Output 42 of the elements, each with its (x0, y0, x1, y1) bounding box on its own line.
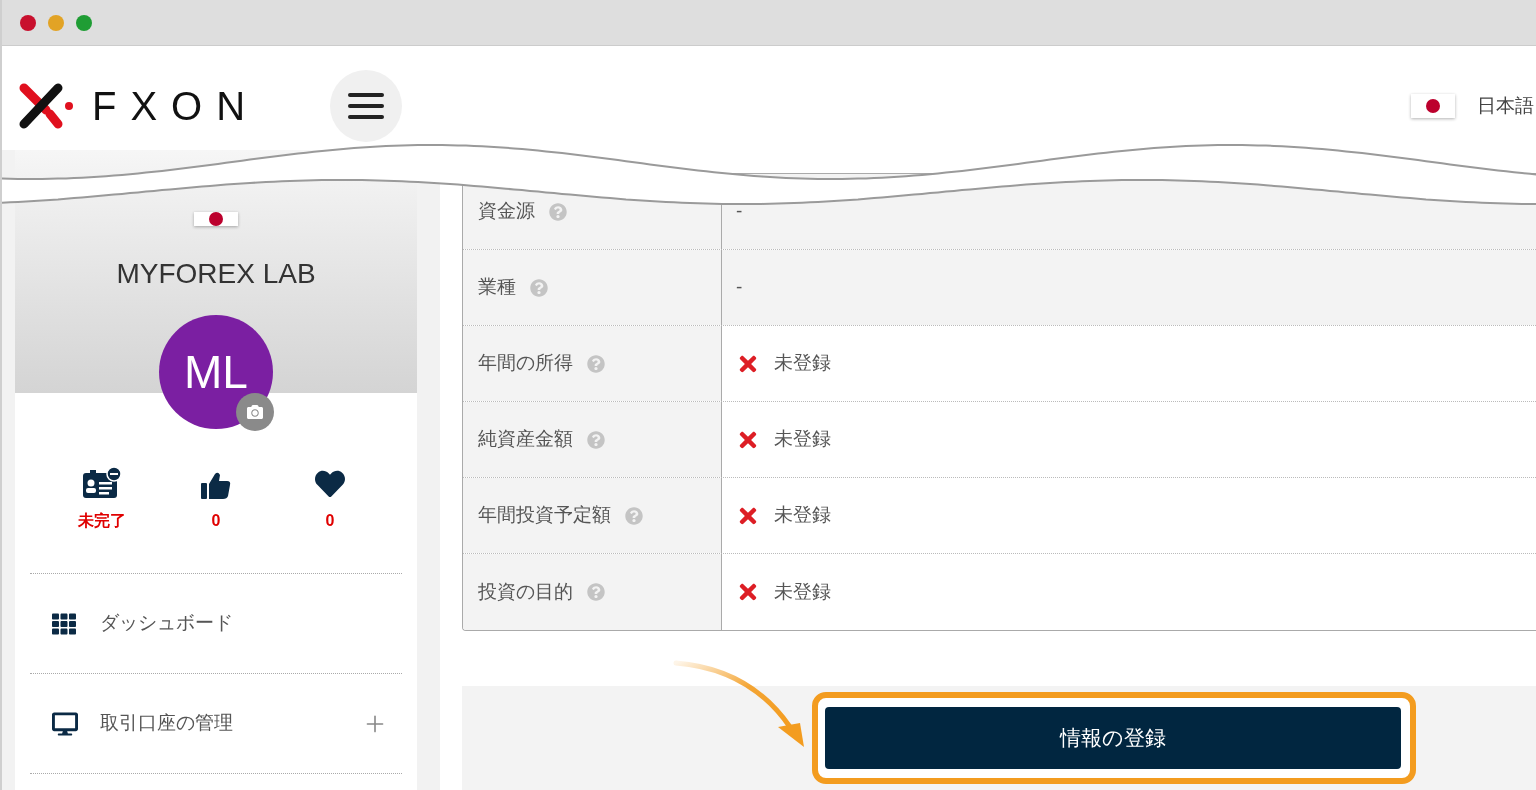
id-card-icon (82, 467, 122, 499)
help-icon[interactable] (587, 354, 605, 373)
help-icon[interactable] (587, 583, 605, 601)
sidebar-menu-item[interactable]: ダッシュボード (30, 574, 402, 674)
row-value: 未登録 (774, 351, 831, 376)
help-icon[interactable] (530, 278, 548, 297)
row-label: 資金源 (478, 199, 535, 224)
row-value: 未登録 (774, 427, 831, 452)
row-value: 未登録 (774, 503, 831, 528)
avatar: ML (159, 315, 273, 429)
heart-icon (315, 469, 345, 499)
thumbs-up-icon (201, 471, 231, 499)
sidebar-menu-item[interactable]: 取引口座の管理 (30, 674, 402, 774)
stat-value: 0 (211, 511, 221, 531)
profile-name: MYFOREX LAB (116, 260, 316, 288)
row-value: - (736, 275, 743, 300)
row-value: - (736, 199, 743, 224)
logo-wordmark: FXON (92, 86, 261, 126)
help-icon[interactable] (625, 506, 643, 525)
minimize-window-icon[interactable] (48, 14, 64, 31)
row-label: 業種 (478, 275, 516, 300)
country-flag-icon (194, 212, 238, 226)
camera-button[interactable] (236, 393, 274, 431)
row-value: 未登録 (774, 579, 831, 604)
close-window-icon[interactable] (20, 14, 36, 31)
row-label: 純資産金額 (478, 427, 573, 452)
menu-label: 取引口座の管理 (100, 711, 233, 736)
row-label: 年間投資予定額 (478, 503, 611, 528)
stat-value: 未完了 (78, 511, 126, 531)
japan-flag-icon (1411, 94, 1455, 118)
language-selector[interactable]: 日本語 (1477, 91, 1534, 121)
stat-value: 0 (325, 511, 335, 531)
row-label: 投資の目的 (478, 579, 573, 604)
row-label: 年間の所得 (478, 351, 573, 376)
maximize-window-icon[interactable] (76, 14, 92, 31)
help-icon[interactable] (549, 202, 567, 221)
register-button[interactable]: 情報の登録 (825, 707, 1401, 769)
grid-icon (52, 611, 76, 636)
camera-icon (247, 404, 263, 420)
monitor-icon (52, 710, 78, 737)
help-icon[interactable] (587, 430, 605, 449)
menu-label: ダッシュボード (100, 611, 233, 636)
